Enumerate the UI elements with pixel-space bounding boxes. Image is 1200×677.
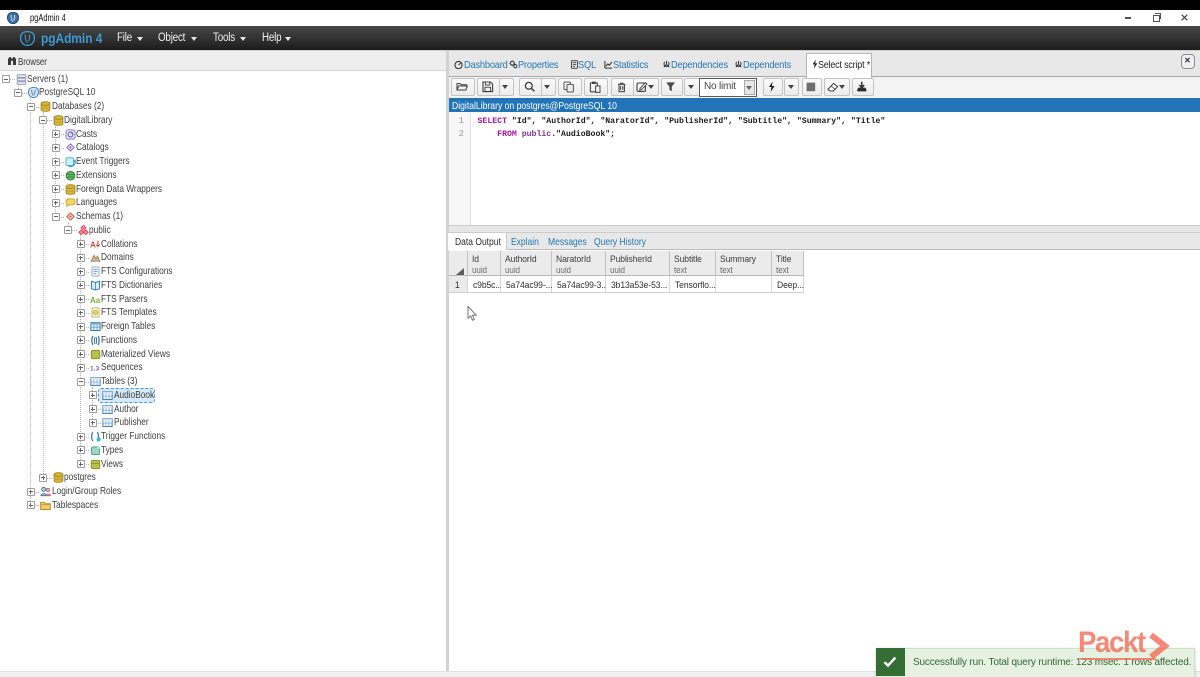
svg-text:A: A	[90, 240, 96, 249]
svg-text:Aa: Aa	[90, 295, 101, 304]
svg-text:1.3: 1.3	[90, 366, 99, 373]
